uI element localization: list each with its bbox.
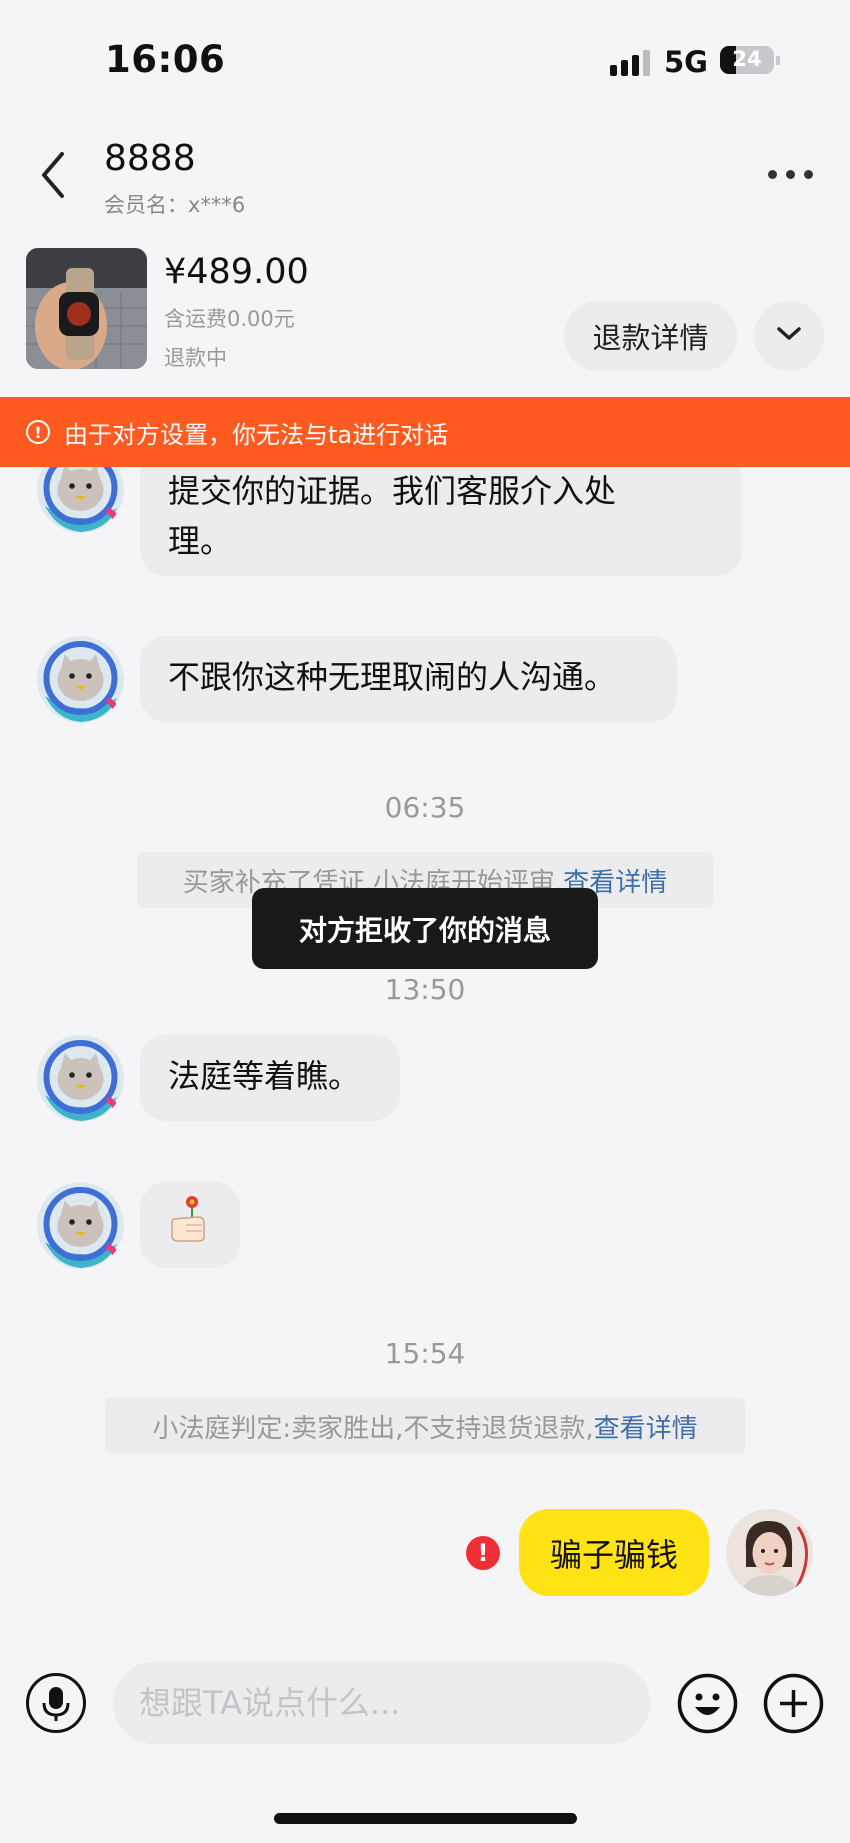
flower-hand-sticker	[168, 1193, 212, 1257]
battery-tip	[776, 56, 780, 65]
warning-icon: !	[26, 420, 50, 444]
avatar[interactable]	[37, 636, 124, 723]
plus-icon[interactable]	[763, 1673, 824, 1734]
own-avatar[interactable]	[726, 1509, 813, 1596]
battery-level: 24	[732, 47, 762, 71]
timestamp: 06:35	[384, 791, 466, 824]
error-icon[interactable]: !	[466, 1536, 500, 1570]
sticker-message	[140, 1182, 240, 1268]
own-message-bubble: 骗子骗钱	[519, 1509, 709, 1596]
message-line: 理。	[168, 522, 233, 560]
message-input[interactable]	[113, 1662, 650, 1744]
timestamp: 13:50	[384, 973, 466, 1006]
avatar[interactable]	[37, 1035, 124, 1122]
expand-button[interactable]	[754, 301, 824, 371]
shipping-fee: 含运费0.00元	[164, 307, 295, 331]
message-bubble-3: 法庭等着瞧。	[140, 1035, 400, 1121]
toast: 对方拒收了你的消息	[252, 888, 598, 969]
avatar[interactable]	[37, 1182, 124, 1269]
refund-details-button[interactable]: 退款详情	[564, 301, 737, 371]
banner-text: 由于对方设置，你无法与ta进行对话	[64, 420, 449, 449]
refund-status: 退款中	[164, 346, 227, 370]
verdict-note: 小法庭判定:卖家胜出,不支持退货退款, 查看详情	[105, 1398, 745, 1454]
product-thumbnail[interactable]	[26, 248, 147, 369]
notice-banner: ! 由于对方设置，你无法与ta进行对话	[0, 397, 850, 467]
verdict-text: 小法庭判定:卖家胜出,不支持退货退款,	[152, 1413, 594, 1444]
member-name: 会员名：x***6	[104, 193, 246, 217]
home-indicator	[274, 1813, 577, 1824]
back-icon[interactable]	[34, 150, 74, 200]
network-type: 5G	[664, 45, 708, 79]
chevron-down-icon	[776, 326, 802, 346]
status-time: 16:06	[105, 38, 226, 81]
message-bubble-1: 提交你的证据。我们客服介入处 理。	[140, 450, 742, 576]
signal-icon	[610, 50, 652, 76]
battery-icon: 24	[720, 46, 774, 74]
message-bubble-2: 不跟你这种无理取闹的人沟通。	[140, 636, 677, 722]
product-price: ¥489.00	[164, 252, 309, 292]
more-icon[interactable]	[768, 160, 818, 188]
chat-title: 8888	[104, 138, 196, 179]
emoji-icon[interactable]	[677, 1673, 738, 1734]
timestamp: 15:54	[384, 1337, 466, 1370]
view-details-link[interactable]: 查看详情	[594, 1408, 698, 1445]
microphone-icon[interactable]	[26, 1673, 86, 1733]
message-line: 提交你的证据。我们客服介入处	[168, 472, 617, 510]
